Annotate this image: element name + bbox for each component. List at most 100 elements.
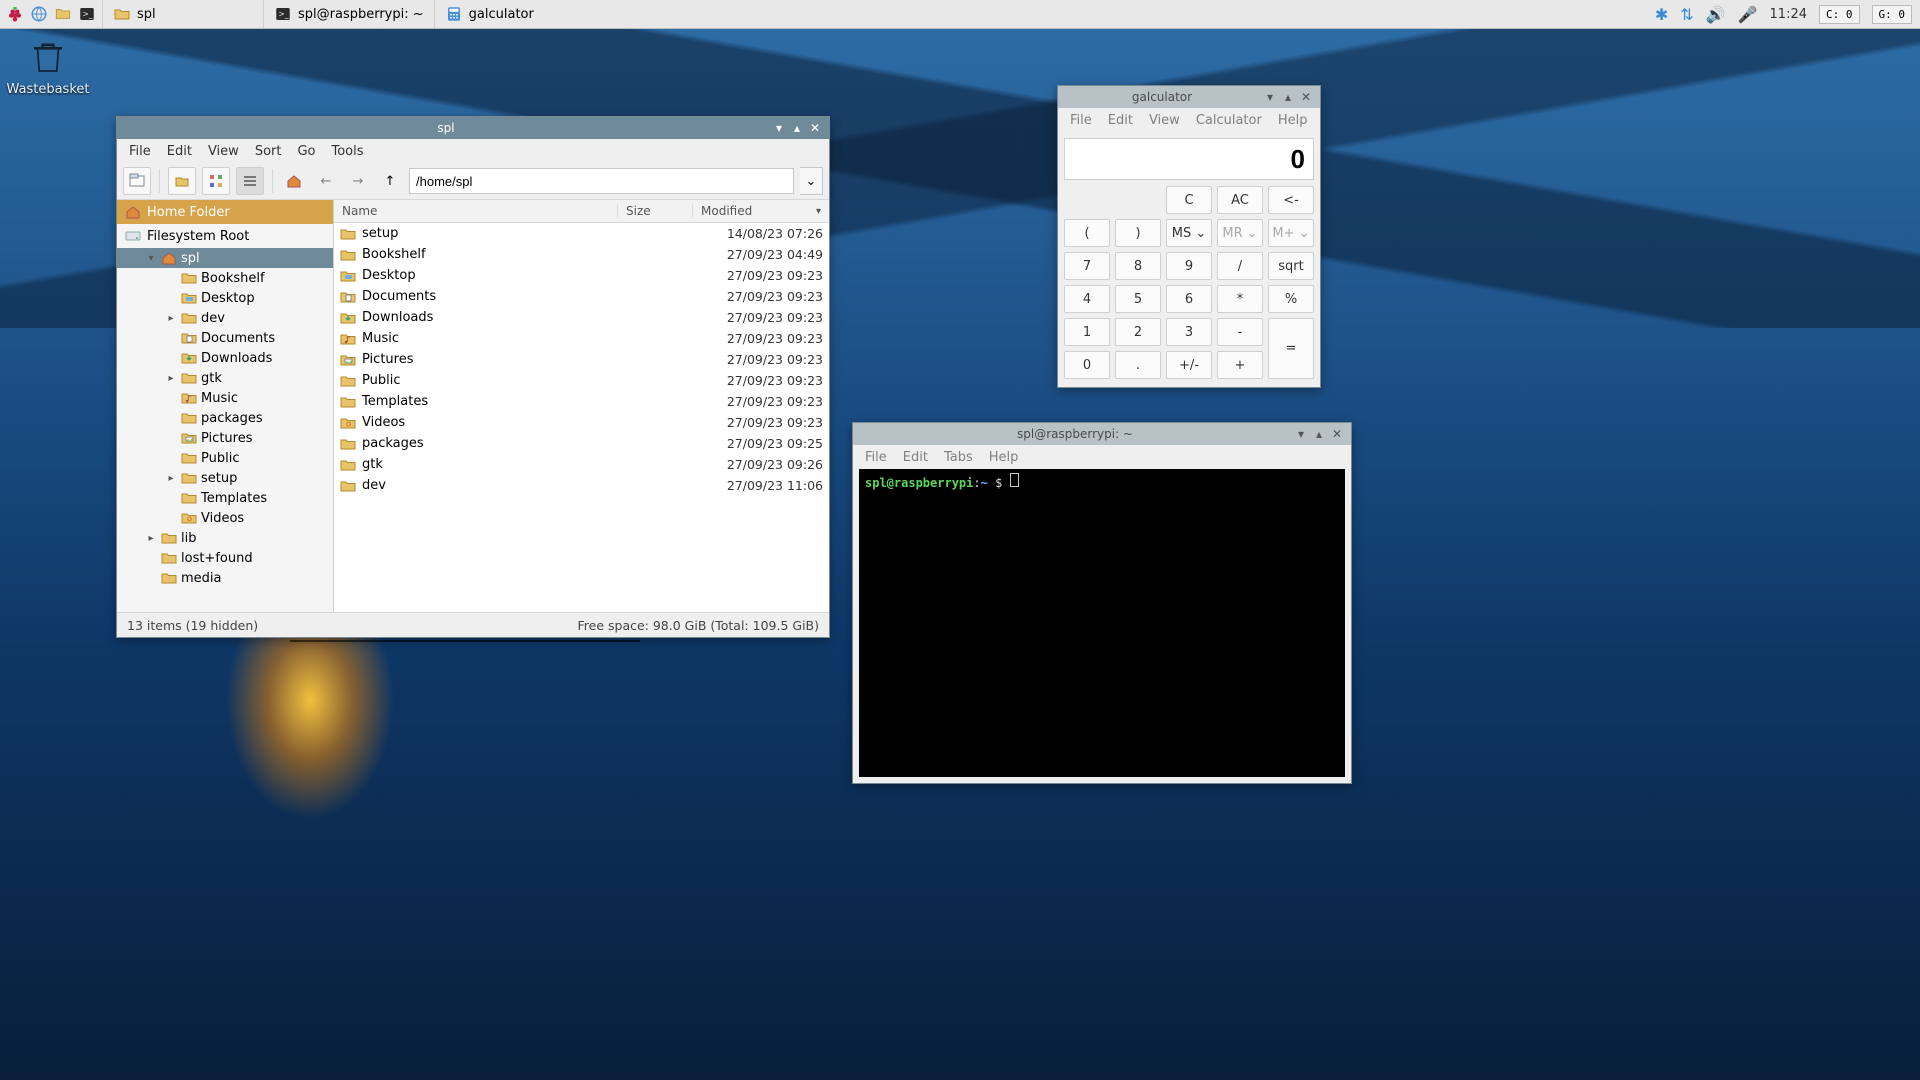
- calc-key-key[interactable]: -: [1217, 318, 1263, 346]
- list-item[interactable]: setup14/08/23 07:26: [334, 223, 829, 244]
- network-icon[interactable]: ⇅: [1680, 5, 1693, 24]
- panel-clock[interactable]: 11:24: [1770, 7, 1807, 22]
- calc-key-3[interactable]: 3: [1166, 318, 1212, 346]
- taskbar-item[interactable]: >_spl@raspberrypi: ~: [263, 0, 434, 28]
- tree-item-gtk[interactable]: ▸gtk: [117, 368, 333, 388]
- tree-item-spl[interactable]: ▾spl: [117, 248, 333, 268]
- column-size[interactable]: Size: [618, 204, 693, 218]
- list-item[interactable]: Desktop27/09/23 09:23: [334, 265, 829, 286]
- sidebar-place-home-folder[interactable]: Home Folder: [117, 200, 333, 224]
- list-item[interactable]: Music27/09/23 09:23: [334, 328, 829, 349]
- tree-item-templates[interactable]: Templates: [117, 488, 333, 508]
- tree-item-desktop[interactable]: Desktop: [117, 288, 333, 308]
- calc-key-key[interactable]: .: [1115, 351, 1161, 379]
- tree-item-setup[interactable]: ▸setup: [117, 468, 333, 488]
- list-item[interactable]: Pictures27/09/23 09:23: [334, 349, 829, 370]
- expander-icon[interactable]: ▸: [165, 313, 177, 324]
- taskbar-item[interactable]: galculator: [434, 0, 595, 28]
- tree-item-pictures[interactable]: Pictures: [117, 428, 333, 448]
- calc-key-7[interactable]: 7: [1064, 252, 1110, 280]
- desktop-icon-wastebasket[interactable]: Wastebasket: [6, 36, 90, 97]
- calc-key-4[interactable]: 4: [1064, 285, 1110, 313]
- bluetooth-icon[interactable]: ✱: [1655, 5, 1668, 24]
- cpu-indicator[interactable]: C: 0: [1819, 5, 1860, 24]
- fm-menu-sort[interactable]: Sort: [249, 142, 288, 161]
- calc-key-key[interactable]: *: [1217, 285, 1263, 313]
- list-item[interactable]: Bookshelf27/09/23 04:49: [334, 244, 829, 265]
- calc-key-m[interactable]: M+ ⌄: [1268, 219, 1314, 247]
- calc-key-key[interactable]: =: [1268, 318, 1314, 379]
- terminal-titlebar[interactable]: spl@raspberrypi: ~ ▾ ▴ ✕: [853, 423, 1351, 445]
- taskbar-item[interactable]: spl: [102, 0, 263, 28]
- close-icon[interactable]: ✕: [807, 120, 823, 136]
- maximize-icon[interactable]: ▴: [1280, 89, 1296, 105]
- calc-key-key[interactable]: +/-: [1166, 351, 1212, 379]
- tree-item-downloads[interactable]: Downloads: [117, 348, 333, 368]
- term-menu-help[interactable]: Help: [983, 448, 1025, 467]
- calc-key-key[interactable]: %: [1268, 285, 1314, 313]
- calc-key-6[interactable]: 6: [1166, 285, 1212, 313]
- calc-key-key[interactable]: /: [1217, 252, 1263, 280]
- term-menu-file[interactable]: File: [859, 448, 893, 467]
- tree-item-lost-found[interactable]: lost+found: [117, 548, 333, 568]
- fm-menu-go[interactable]: Go: [291, 142, 321, 161]
- menu-raspberry-icon[interactable]: [4, 3, 26, 25]
- calc-key-sqrt[interactable]: sqrt: [1268, 252, 1314, 280]
- fm-menu-edit[interactable]: Edit: [161, 142, 198, 161]
- icon-view-button[interactable]: [168, 167, 196, 195]
- list-item[interactable]: Videos27/09/23 09:23: [334, 412, 829, 433]
- tree-item-public[interactable]: Public: [117, 448, 333, 468]
- calc-key-key[interactable]: ): [1115, 219, 1161, 247]
- tree-item-lib[interactable]: ▸lib: [117, 528, 333, 548]
- tree-item-music[interactable]: Music: [117, 388, 333, 408]
- files-launcher-icon[interactable]: [52, 3, 74, 25]
- expander-icon[interactable]: ▸: [145, 533, 157, 544]
- home-button[interactable]: [281, 168, 307, 194]
- path-dropdown-icon[interactable]: ⌄: [800, 167, 823, 195]
- fm-menu-view[interactable]: View: [202, 142, 245, 161]
- calc-key-key[interactable]: (: [1064, 219, 1110, 247]
- forward-button[interactable]: →: [345, 168, 371, 194]
- tree-item-dev[interactable]: ▸dev: [117, 308, 333, 328]
- mic-icon[interactable]: 🎤: [1738, 5, 1758, 24]
- browser-launcher-icon[interactable]: [28, 3, 50, 25]
- calc-menu-file[interactable]: File: [1064, 111, 1098, 130]
- tree-item-documents[interactable]: Documents: [117, 328, 333, 348]
- calc-key-5[interactable]: 5: [1115, 285, 1161, 313]
- fm-menu-tools[interactable]: Tools: [326, 142, 370, 161]
- column-name[interactable]: Name: [334, 204, 618, 218]
- tree-item-media[interactable]: media: [117, 568, 333, 588]
- expander-icon[interactable]: ▸: [165, 473, 177, 484]
- compact-view-button[interactable]: [202, 167, 230, 195]
- term-menu-edit[interactable]: Edit: [897, 448, 934, 467]
- fm-menu-file[interactable]: File: [123, 142, 157, 161]
- calculator-titlebar[interactable]: galculator ▾ ▴ ✕: [1058, 86, 1320, 108]
- calc-key-9[interactable]: 9: [1166, 252, 1212, 280]
- list-item[interactable]: Templates27/09/23 09:23: [334, 391, 829, 412]
- sidebar-place-filesystem-root[interactable]: Filesystem Root: [117, 224, 333, 248]
- maximize-icon[interactable]: ▴: [789, 120, 805, 136]
- column-modified[interactable]: Modified ▾: [693, 204, 829, 218]
- calc-menu-view[interactable]: View: [1143, 111, 1186, 130]
- calc-key-mr[interactable]: MR ⌄: [1217, 219, 1263, 247]
- terminal-output[interactable]: spl@raspberrypi:~ $: [859, 469, 1345, 777]
- calc-key-8[interactable]: 8: [1115, 252, 1161, 280]
- term-menu-tabs[interactable]: Tabs: [938, 448, 979, 467]
- close-icon[interactable]: ✕: [1298, 89, 1314, 105]
- tree-item-packages[interactable]: packages: [117, 408, 333, 428]
- list-view-button[interactable]: [236, 167, 264, 195]
- minimize-icon[interactable]: ▾: [1262, 89, 1278, 105]
- list-item[interactable]: Public27/09/23 09:23: [334, 370, 829, 391]
- calc-key-key[interactable]: <-: [1268, 186, 1314, 214]
- calc-menu-help[interactable]: Help: [1272, 111, 1314, 130]
- expander-icon[interactable]: ▸: [165, 373, 177, 384]
- new-tab-button[interactable]: [123, 167, 151, 195]
- calc-key-0[interactable]: 0: [1064, 351, 1110, 379]
- calc-key-ms[interactable]: MS ⌄: [1166, 219, 1212, 247]
- calc-menu-calculator[interactable]: Calculator: [1190, 111, 1268, 130]
- list-item[interactable]: dev27/09/23 11:06: [334, 475, 829, 496]
- minimize-icon[interactable]: ▾: [1293, 426, 1309, 442]
- back-button[interactable]: ←: [313, 168, 339, 194]
- calc-key-c[interactable]: C: [1166, 186, 1212, 214]
- calc-key-key[interactable]: +: [1217, 351, 1263, 379]
